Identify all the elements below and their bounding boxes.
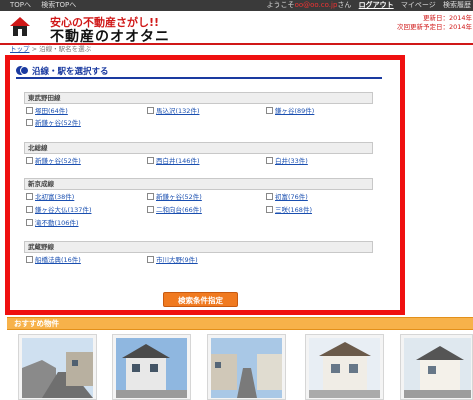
section-heading: 沿線・駅を選択する (16, 65, 382, 79)
line-header-hokuso: 北総線 (24, 142, 373, 154)
property-thumbnail[interactable] (112, 334, 191, 400)
station-label[interactable]: 馬込沢(132件) (156, 107, 199, 115)
station-label[interactable]: 新鎌ヶ谷(52件) (35, 157, 81, 165)
station-label[interactable]: 鎌ヶ谷(89件) (275, 107, 314, 115)
breadcrumb: トップ > 沿線・駅名を選ぶ (10, 45, 91, 53)
section-title: 沿線・駅を選択する (32, 67, 109, 77)
checkbox[interactable] (266, 106, 273, 114)
search-top-link[interactable]: 検索TOPへ (41, 1, 76, 9)
station-checkbox[interactable]: 船橋法典(16件) (26, 255, 81, 265)
house-logo-icon[interactable] (8, 14, 32, 38)
checkbox[interactable] (147, 192, 154, 200)
line-header-tobu-noda: 東武野田線 (24, 92, 373, 104)
station-label[interactable]: 二和向台(66件) (156, 206, 202, 214)
station-label[interactable]: 市川大野(9件) (156, 256, 198, 264)
checkbox[interactable] (266, 156, 273, 164)
station-checkbox[interactable]: 白井(33件) (266, 156, 308, 166)
update-date: 更新日：2014年 (422, 14, 472, 22)
station-checkbox[interactable]: 市川大野(9件) (147, 255, 198, 265)
station-label[interactable]: 北初富(38件) (35, 193, 74, 201)
checkbox[interactable] (26, 106, 33, 114)
section-underline (16, 77, 382, 79)
station-checkbox[interactable]: 鎌ヶ谷(89件) (266, 106, 314, 116)
station-label[interactable]: 初富(76件) (275, 193, 308, 201)
top-link[interactable]: TOPへ (10, 1, 31, 9)
property-photo[interactable] (211, 338, 282, 398)
property-thumbnail[interactable] (207, 334, 286, 400)
welcome-prefix: ようこそ (266, 1, 295, 9)
bullet-icon (20, 66, 29, 75)
station-label[interactable]: 新鎌ヶ谷(52件) (35, 119, 81, 127)
station-checkbox[interactable]: 三咲(168件) (266, 205, 312, 215)
search-conditions-button[interactable]: 検索条件指定 (163, 292, 238, 307)
station-checkbox[interactable]: 初富(76件) (266, 192, 308, 202)
breadcrumb-home[interactable]: トップ (10, 45, 30, 53)
welcome-suffix: さん (337, 1, 352, 9)
station-checkbox[interactable]: 新鎌ヶ谷(52件) (147, 192, 202, 202)
checkbox[interactable] (147, 106, 154, 114)
checkbox[interactable] (26, 205, 33, 213)
property-thumbnail[interactable] (18, 334, 97, 400)
line-header-shin-keisei: 新京成線 (24, 178, 373, 190)
station-label[interactable]: 白井(33件) (275, 157, 308, 165)
property-thumbnail[interactable] (305, 334, 384, 400)
checkbox[interactable] (266, 192, 273, 200)
logout-link[interactable]: ログアウト (359, 1, 394, 9)
checkbox[interactable] (147, 156, 154, 164)
station-checkbox[interactable]: 滝不動(106件) (26, 218, 78, 228)
station-label[interactable]: 船橋法典(16件) (35, 256, 81, 264)
station-label[interactable]: 新鎌ヶ谷(52件) (156, 193, 202, 201)
checkbox[interactable] (147, 255, 154, 263)
station-checkbox[interactable]: 塚田(64件) (26, 106, 68, 116)
station-checkbox[interactable]: 北初富(38件) (26, 192, 74, 202)
property-photo[interactable] (22, 338, 93, 398)
checkbox[interactable] (26, 192, 33, 200)
station-checkbox[interactable]: 鎌ヶ谷大仏(137件) (26, 205, 91, 215)
property-photo[interactable] (116, 338, 187, 398)
station-checkbox[interactable]: 西白井(146件) (147, 156, 199, 166)
station-label[interactable]: 西白井(146件) (156, 157, 199, 165)
station-checkbox[interactable]: 新鎌ヶ谷(52件) (26, 118, 81, 128)
station-checkbox[interactable]: 馬込沢(132件) (147, 106, 199, 116)
line-header-musashino: 武蔵野線 (24, 241, 373, 253)
station-label[interactable]: 三咲(168件) (275, 206, 312, 214)
recommend-header: おすすめ物件 (7, 317, 473, 330)
checkbox[interactable] (26, 255, 33, 263)
property-thumbnail[interactable] (400, 334, 473, 400)
checkbox[interactable] (147, 205, 154, 213)
checkbox[interactable] (26, 118, 33, 126)
station-checkbox[interactable]: 二和向台(66件) (147, 205, 202, 215)
station-checkbox[interactable]: 新鎌ヶ谷(52件) (26, 156, 81, 166)
station-label[interactable]: 滝不動(106件) (35, 219, 78, 227)
mypage-link[interactable]: マイページ (401, 1, 436, 9)
update-info: 更新日：2014年 次回更新予定日：2014年 (397, 14, 472, 32)
top-bar: TOPへ 検索TOPへ ようこそoo@oo.co.jpさん ログアウト マイペー… (0, 0, 473, 11)
recommend-title: おすすめ物件 (14, 319, 59, 328)
next-update-date: 次回更新予定日：2014年 (396, 23, 472, 31)
site-header: 安心の不動産さがし!! 不動産のオオタニ 更新日：2014年 次回更新予定日：2… (0, 11, 473, 45)
search-history-link[interactable]: 検索履歴 (443, 1, 471, 9)
station-select-panel: 沿線・駅を選択する 東武野田線 塚田(64件) 馬込沢(132件) 鎌ヶ谷(89… (5, 55, 405, 315)
breadcrumb-separator: > (29, 45, 40, 53)
user-name: oo@oo.co.jp (294, 1, 338, 9)
checkbox[interactable] (26, 156, 33, 164)
station-label[interactable]: 塚田(64件) (35, 107, 68, 115)
checkbox[interactable] (266, 205, 273, 213)
property-photo[interactable] (309, 338, 380, 398)
property-photo[interactable] (404, 338, 471, 398)
checkbox[interactable] (26, 218, 33, 226)
station-label[interactable]: 鎌ヶ谷大仏(137件) (35, 206, 91, 214)
breadcrumb-current: 沿線・駅名を選ぶ (39, 45, 92, 53)
